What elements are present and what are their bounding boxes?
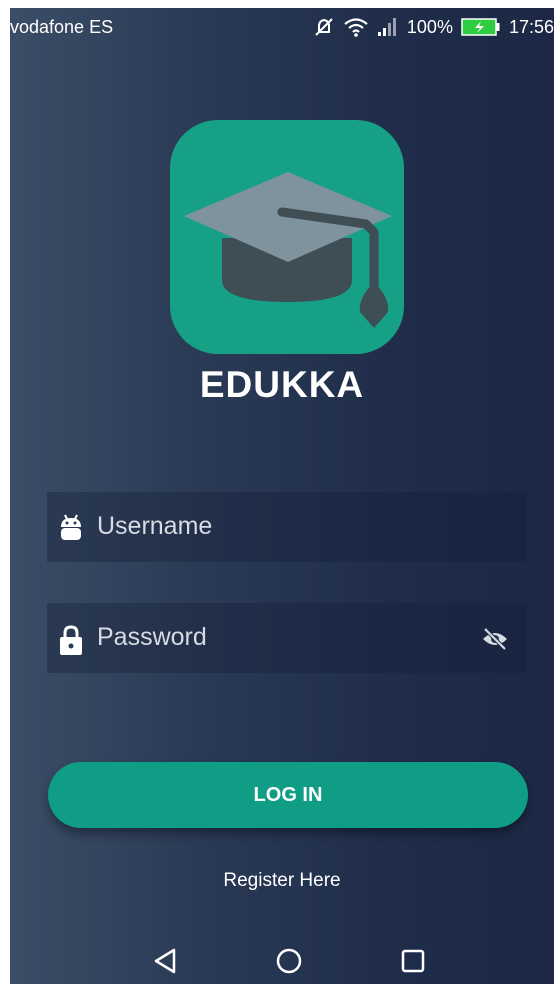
android-icon (59, 513, 83, 548)
battery-percent: 100% (406, 16, 453, 37)
login-button[interactable]: LOG IN (48, 762, 528, 828)
password-placeholder: Password (97, 623, 207, 651)
password-field[interactable]: Password (47, 603, 527, 673)
username-field[interactable]: Username (47, 492, 527, 562)
app-name-text: EDUKKA (199, 364, 365, 405)
home-icon[interactable] (274, 946, 304, 981)
wifi-icon (343, 16, 369, 38)
app-name: EDUKKA (10, 364, 554, 406)
eye-off-icon[interactable] (481, 627, 509, 656)
login-screen: vodafone ES 100% 17:56 EDUKKA Username P… (10, 8, 554, 984)
lock-icon (59, 624, 83, 661)
status-bar: vodafone ES 100% 17:56 (10, 8, 554, 48)
recents-icon[interactable] (398, 946, 428, 981)
clock: 17:56 (508, 16, 554, 37)
battery-charging-icon (461, 18, 501, 36)
username-placeholder: Username (97, 512, 213, 540)
carrier-name: vodafone ES (10, 17, 114, 37)
status-icons: 100% 17:56 (313, 15, 554, 39)
register-link[interactable]: Register Here (10, 870, 554, 892)
navigation-bar (10, 940, 554, 984)
back-icon[interactable] (150, 946, 180, 981)
mute-icon (313, 16, 335, 38)
signal-icon (377, 17, 399, 37)
app-logo (170, 120, 404, 354)
